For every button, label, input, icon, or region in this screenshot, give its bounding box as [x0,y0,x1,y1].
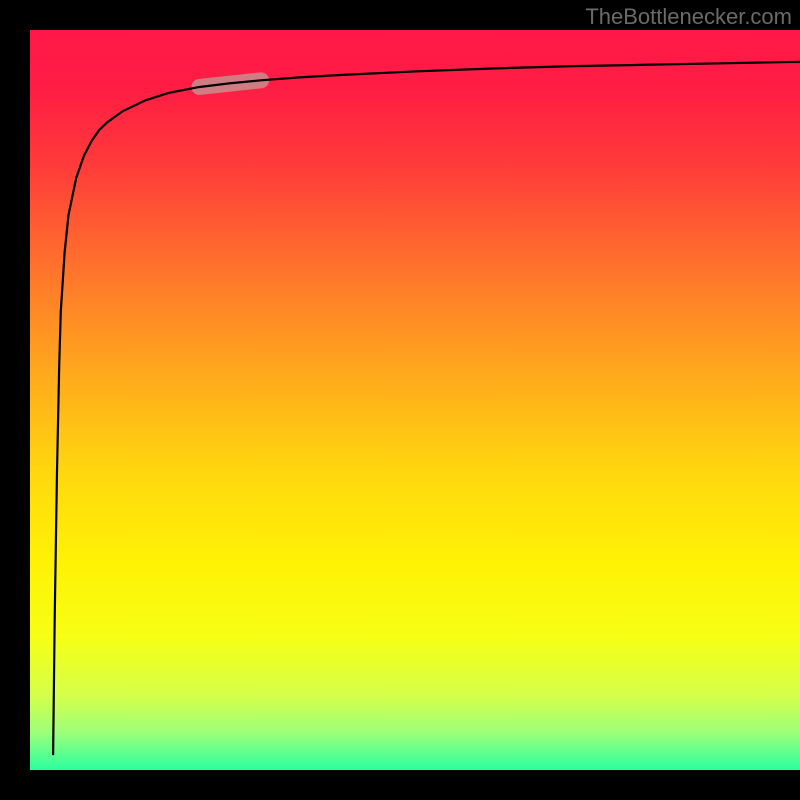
chart-container: TheBottlenecker.com [0,0,800,800]
chart-svg [0,0,800,800]
plot-background [30,30,800,770]
axis-left [0,0,30,800]
axis-bottom [0,770,800,800]
watermark-text: TheBottlenecker.com [585,4,792,30]
